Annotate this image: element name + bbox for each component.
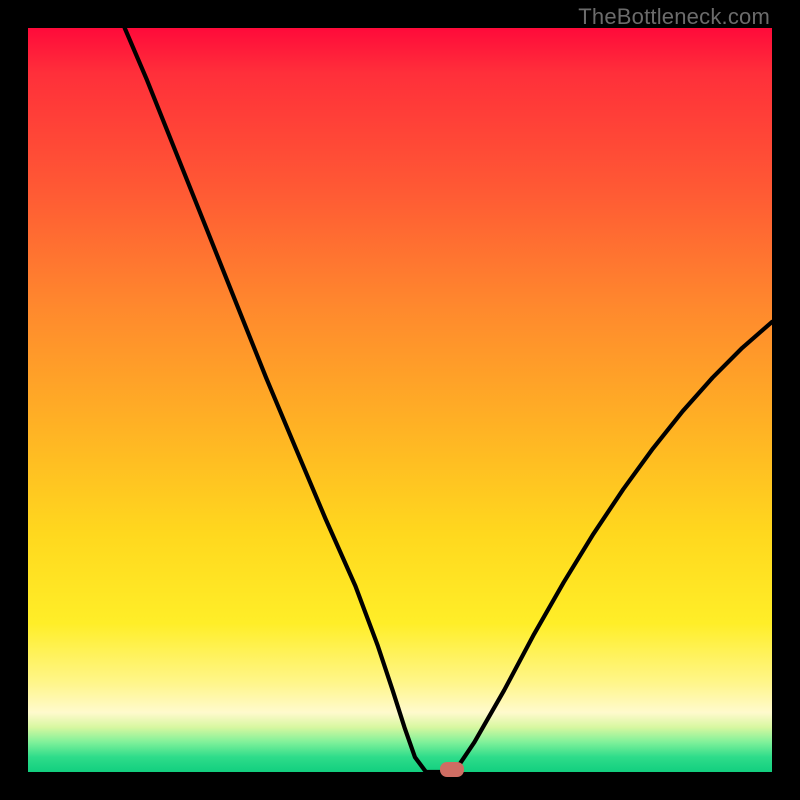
curve-path (125, 28, 772, 772)
optimum-marker (440, 762, 464, 777)
attribution-text: TheBottleneck.com (578, 4, 770, 30)
chart-frame: TheBottleneck.com (0, 0, 800, 800)
plot-area (28, 28, 772, 772)
bottleneck-curve (28, 28, 772, 772)
